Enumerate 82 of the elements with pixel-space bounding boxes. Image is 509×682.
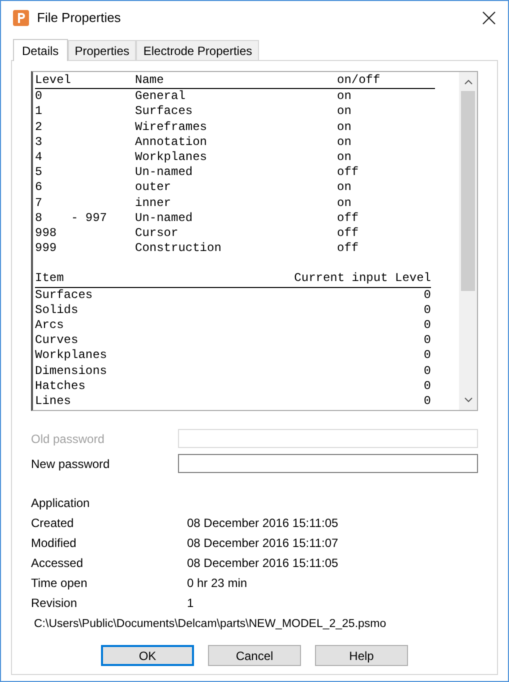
state-cell: on: [337, 150, 352, 166]
name-cell-text: outer: [135, 180, 172, 196]
level-cell: 0: [424, 348, 431, 364]
info-value: 0 hr 23 min: [187, 575, 248, 592]
close-icon[interactable]: [482, 10, 496, 24]
field-label: New password: [31, 456, 111, 472]
level-cell-text: 7: [35, 196, 44, 211]
info-label: Revision: [31, 595, 78, 612]
info-label: Time open: [31, 575, 88, 592]
level-cell-text: 5: [35, 165, 44, 180]
item-cell: Arcs: [35, 318, 64, 334]
state-cell: off: [337, 241, 359, 256]
info-value: 08 December 2016 15:11:07: [187, 535, 338, 552]
name-cell-text: Un-named: [135, 165, 194, 180]
level-cell-text: 8 - 997: [35, 210, 108, 226]
item-cell: Surfaces: [35, 288, 93, 303]
dialog-button[interactable]: OK: [101, 645, 194, 666]
item-cell: Lines: [35, 394, 72, 410]
level-cell: 0: [424, 333, 431, 348]
window-title: File Properties: [37, 8, 122, 27]
section-heading: Application: [31, 495, 91, 512]
state-cell: off: [337, 210, 359, 226]
state-cell: on: [337, 120, 352, 135]
level-cell-text: 3: [35, 134, 44, 150]
column-header: Current input Level: [294, 271, 431, 287]
state-cell: on: [337, 89, 352, 104]
state-cell: off: [337, 226, 359, 242]
level-cell-text: 998: [35, 226, 58, 242]
state-cell: off: [337, 165, 359, 180]
item-cell: Solids: [35, 302, 78, 318]
info-label: Created: [31, 515, 75, 532]
column-header: Name: [135, 73, 165, 88]
tab[interactable]: Properties: [68, 40, 136, 60]
level-cell: 0: [424, 318, 431, 334]
level-cell-text: 4: [35, 150, 44, 166]
level-cell: 0: [424, 302, 431, 318]
item-cell: Curves: [35, 333, 78, 348]
item-cell: Dimensions: [35, 364, 108, 379]
info-value: 08 December 2016 15:11:05: [187, 515, 338, 532]
level-cell-text: 1: [35, 104, 44, 120]
column-header: Item: [35, 271, 64, 287]
info-label: Modified: [31, 535, 78, 552]
level-cell: 0: [424, 378, 431, 394]
info-value: 1: [187, 595, 194, 612]
level-cell: 0: [424, 394, 431, 410]
scroll-down-icon[interactable]: [464, 397, 472, 403]
column-header: Level: [35, 73, 72, 88]
scrollbar[interactable]: [459, 72, 477, 410]
state-cell: on: [337, 196, 352, 211]
scroll-up-icon[interactable]: [464, 79, 472, 85]
name-cell-text: Construction: [135, 241, 222, 256]
item-cell: Workplanes: [35, 348, 108, 364]
scroll-thumb[interactable]: [461, 91, 475, 291]
dialog-button[interactable]: Cancel: [208, 645, 301, 666]
name-cell-text: inner: [135, 196, 172, 211]
name-cell-text: Surfaces: [135, 104, 194, 120]
password-field[interactable]: [178, 454, 478, 473]
level-cell-text: 999: [35, 241, 58, 256]
level-cell: 0: [424, 364, 431, 379]
name-cell-text: General: [135, 89, 186, 104]
tab[interactable]: Electrode Properties: [136, 40, 260, 60]
file-path: C:\Users\Public\Documents\Delcam\parts\NEW_MODEL_2_25.psmo: [33, 617, 388, 632]
name-cell-text: Un-named: [135, 210, 194, 226]
field-label: Old password: [31, 430, 106, 448]
name-cell-text: Annotation: [135, 134, 208, 150]
column-header: on/off: [337, 73, 380, 88]
level-cell-text: 6: [35, 180, 44, 196]
item-cell: Hatches: [35, 378, 86, 394]
level-cell-text: 0: [35, 89, 44, 104]
info-value: 08 December 2016 15:11:05: [187, 555, 338, 572]
state-cell: on: [337, 134, 352, 150]
tab[interactable]: Details: [13, 39, 68, 61]
name-cell-text: Workplanes: [135, 150, 208, 166]
state-cell: on: [337, 180, 352, 196]
name-cell-text: Wireframes: [135, 120, 208, 135]
name-cell-text: Cursor: [135, 226, 180, 242]
level-cell: 0: [424, 288, 431, 303]
level-cell-text: 2: [35, 120, 44, 135]
state-cell: on: [337, 104, 352, 120]
app-logo-icon: [13, 10, 29, 26]
info-label: Accessed: [31, 555, 84, 572]
dialog-button[interactable]: Help: [315, 645, 408, 666]
